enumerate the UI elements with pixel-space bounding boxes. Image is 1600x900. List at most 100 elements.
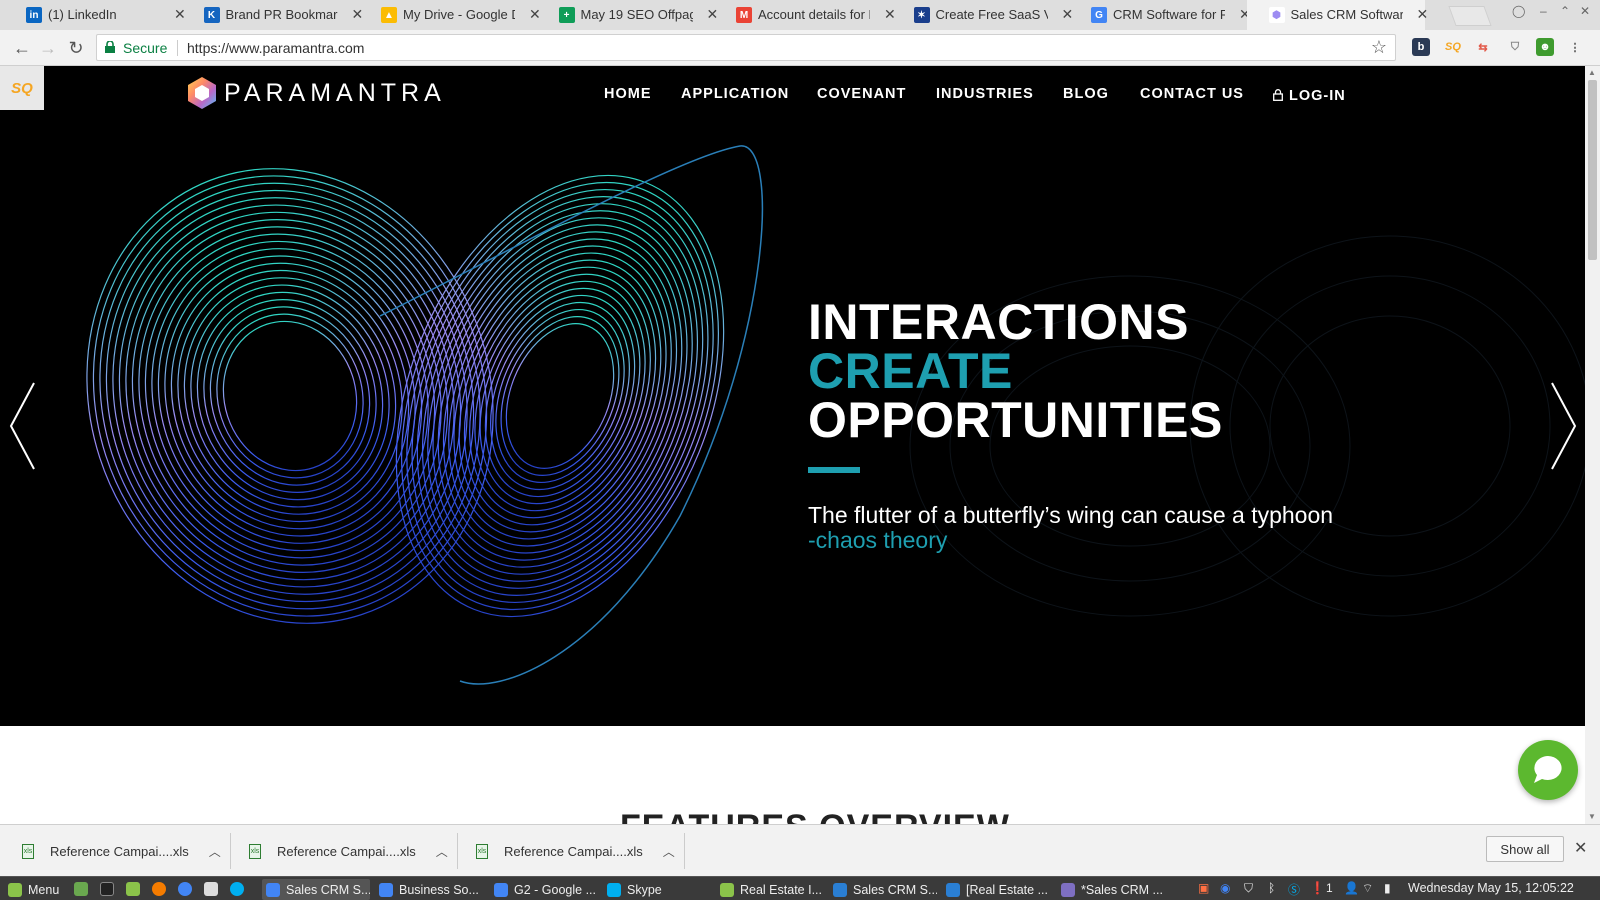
taskbar-window-button[interactable]: G2 - Google ...: [490, 879, 598, 900]
nav-industries[interactable]: INDUSTRIES: [936, 86, 1034, 102]
left-wing-loop: [105, 189, 475, 603]
google-icon: G: [1091, 7, 1107, 23]
taskbar-window-button[interactable]: Real Estate I...: [716, 879, 824, 900]
download-filename: Reference Campai....xls: [50, 843, 189, 859]
tray-shield-icon[interactable]: ⛉: [1244, 881, 1253, 896]
show-all-downloads-button[interactable]: Show all: [1486, 836, 1564, 862]
browser-tab[interactable]: in (1) LinkedIn ✕: [4, 0, 186, 30]
taskbar-window-button[interactable]: Sales CRM S...: [829, 879, 937, 900]
taskbar-clock[interactable]: Wednesday May 15, 12:05:22: [1408, 881, 1574, 895]
wifi-icon[interactable]: ⌔: [1362, 881, 1373, 896]
paramantra-logo[interactable]: PARAMANTRA: [186, 76, 446, 110]
extension-frog-icon[interactable]: ☻: [1536, 38, 1554, 56]
excel-file-icon: xls: [22, 843, 34, 859]
extension-sq-icon[interactable]: SQ: [1444, 38, 1462, 56]
divider: [684, 833, 685, 869]
nav-contact-us[interactable]: CONTACT US: [1140, 86, 1244, 102]
page-scrollbar[interactable]: ▲ ▼: [1585, 66, 1600, 824]
tray-chrome-icon[interactable]: ◉: [1220, 881, 1230, 895]
browser-tab[interactable]: KBrand PR Bookmarking✕: [182, 0, 363, 30]
browser-menu-icon[interactable]: ⋮: [1566, 38, 1584, 56]
close-window-button[interactable]: ✕: [1580, 4, 1590, 18]
bluetooth-icon[interactable]: ᛒ: [1268, 881, 1275, 895]
skype-icon: [607, 882, 621, 897]
download-shelf: xls Reference Campai....xls ︿ xls Refere…: [0, 824, 1600, 876]
url-text[interactable]: https://www.paramantra.com: [187, 40, 364, 56]
download-item[interactable]: xls Reference Campai....xls ︿: [476, 837, 675, 865]
taskbar-window-button[interactable]: Business So...: [375, 879, 483, 900]
back-icon[interactable]: ←: [10, 36, 34, 60]
divider: [457, 833, 458, 869]
chrome-launcher-icon[interactable]: [178, 882, 192, 896]
extension-arrow-icon[interactable]: ⇆: [1474, 38, 1492, 56]
attractor-outer-orbit: [379, 145, 764, 685]
show-desktop-icon[interactable]: [74, 882, 88, 896]
browser-tab[interactable]: ✶Create Free SaaS Vend✕: [892, 0, 1073, 30]
nav-blog[interactable]: BLOG: [1063, 86, 1109, 102]
browser-tab[interactable]: + May 19 SEO Offpage ✕: [537, 0, 718, 30]
page-viewport: SQ PARAMANTRA HOME APPLICATION COVENANT …: [0, 66, 1585, 824]
login-link[interactable]: LOG-IN: [1273, 88, 1346, 104]
nav-covenant[interactable]: COVENANT: [817, 86, 906, 102]
bookmark-star-icon[interactable]: ☆: [1371, 37, 1387, 58]
extension-shield-icon[interactable]: ⛉: [1506, 38, 1524, 56]
battery-icon[interactable]: ▮: [1384, 881, 1391, 895]
lorenz-attractor-graphic: [86, 145, 764, 685]
slider-prev-arrow-icon[interactable]: [8, 381, 38, 471]
browser-tab[interactable]: ▲My Drive - Google Drive✕: [359, 0, 541, 30]
user-icon[interactable]: 👤: [1344, 881, 1359, 895]
browser-tab[interactable]: ⬢ Sales CRM Software | ✕: [1246, 0, 1428, 30]
taskbar-window-button[interactable]: *Sales CRM ...: [1057, 879, 1167, 900]
download-filename: Reference Campai....xls: [277, 843, 416, 859]
nav-application[interactable]: APPLICATION: [681, 86, 789, 102]
restore-window-button[interactable]: ⌃: [1560, 4, 1570, 18]
nav-home[interactable]: HOME: [604, 86, 652, 102]
taskbar-window-button[interactable]: [Real Estate ...: [942, 879, 1050, 900]
close-shelf-icon[interactable]: ✕: [1574, 838, 1587, 858]
scroll-up-icon[interactable]: ▲: [1588, 68, 1596, 77]
address-bar[interactable]: Secure https://www.paramantra.com ☆: [96, 34, 1396, 61]
taskbar-window-button[interactable]: Skype: [603, 879, 711, 900]
notification-icon[interactable]: ❗: [1310, 881, 1325, 895]
skype-launcher-icon[interactable]: [230, 882, 244, 896]
reload-icon[interactable]: ↻: [64, 36, 88, 60]
forward-icon[interactable]: →: [36, 36, 60, 60]
mail-icon[interactable]: [204, 882, 218, 896]
scroll-thumb[interactable]: [1588, 80, 1597, 260]
browser-tab[interactable]: MAccount details for Pa✕: [714, 0, 896, 30]
login-label: LOG-IN: [1289, 88, 1346, 104]
close-tab-icon[interactable]: ✕: [1417, 6, 1429, 23]
download-filename: Reference Campai....xls: [504, 843, 643, 859]
chevron-up-icon[interactable]: ︿: [663, 843, 675, 860]
browser-tab[interactable]: GCRM Software for Rea✕: [1069, 0, 1251, 30]
tray-skype-icon[interactable]: Ⓢ: [1288, 881, 1300, 898]
text-editor-icon: [1061, 882, 1075, 897]
chat-widget-button[interactable]: [1518, 740, 1578, 800]
files-icon[interactable]: [126, 882, 140, 896]
sq-badge[interactable]: SQ: [0, 66, 44, 110]
new-tab-button[interactable]: [1448, 6, 1492, 26]
profile-icon[interactable]: ◯: [1512, 4, 1525, 18]
taskbar-window-label: *Sales CRM ...: [1081, 882, 1163, 897]
excel-file-icon: xls: [476, 843, 488, 859]
right-wing-loop: [495, 308, 625, 484]
taskbar-window-button[interactable]: Sales CRM S...: [262, 879, 370, 900]
chevron-up-icon[interactable]: ︿: [436, 843, 448, 860]
taskbar-window-label: G2 - Google ...: [514, 882, 596, 897]
download-item[interactable]: xls Reference Campai....xls ︿: [249, 837, 448, 865]
start-menu-button[interactable]: Menu: [4, 879, 59, 900]
chevron-up-icon[interactable]: ︿: [209, 843, 221, 860]
notification-count: 1: [1326, 881, 1333, 895]
tab-title: (1) LinkedIn: [48, 7, 117, 22]
divider: [177, 40, 178, 56]
minimize-window-button[interactable]: –: [1540, 4, 1547, 18]
os-taskbar: Menu Sales CRM S... Business So... G2 - Go…: [0, 876, 1600, 900]
slider-next-arrow-icon[interactable]: [1548, 381, 1578, 471]
chat-bubble-icon: [1534, 756, 1562, 783]
download-item[interactable]: xls Reference Campai....xls ︿: [22, 837, 221, 865]
firefox-icon[interactable]: [152, 882, 166, 896]
terminal-icon[interactable]: [100, 882, 114, 896]
scroll-down-icon[interactable]: ▼: [1588, 812, 1596, 821]
tray-app-icon[interactable]: ▣: [1198, 881, 1209, 895]
extension-b-icon[interactable]: b: [1412, 38, 1430, 56]
